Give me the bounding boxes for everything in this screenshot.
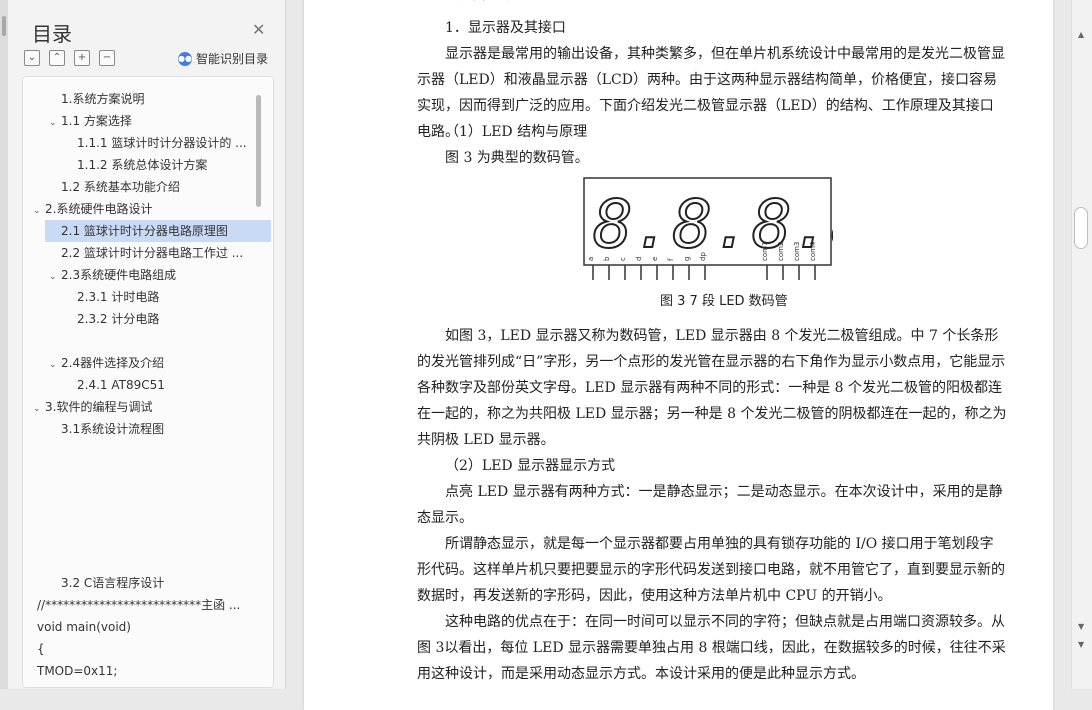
toc-item[interactable]: TMOD=0x11;	[23, 660, 269, 682]
toc-item[interactable]: {	[23, 638, 269, 660]
toc-item-label: TMOD=0x11;	[37, 664, 118, 678]
collapse-all-icon[interactable]: ⌄	[24, 50, 40, 66]
toc-item-label: 1.1.2 系统总体设计方案	[77, 158, 208, 172]
toc-item[interactable]: 1.1.2 系统总体设计方案	[23, 154, 273, 176]
toc-list: 1.系统方案说明 ⌄ 1.1 方案选择 1.1.1 篮球计时计分器设计的 ... 1.1…	[22, 76, 274, 688]
remove-entry-icon[interactable]: −	[99, 50, 115, 66]
toc-item-label: //**************************主函 ...	[37, 598, 241, 612]
toc-item[interactable]: //**************************主函 ...	[23, 594, 269, 616]
toc-item-label: 1.1 方案选择	[61, 114, 132, 128]
toc-item[interactable]: 3.2 C语言程序设计	[23, 572, 273, 594]
toc-title: 目录	[32, 22, 72, 46]
com-pin-label: com4	[809, 241, 817, 261]
toc-item-label: 2.系统硬件电路设计	[45, 202, 153, 216]
toc-item-label: 2.3系统硬件电路组成	[61, 268, 177, 282]
com-pin-label: com2	[777, 242, 785, 261]
paragraph-5: 所谓静态显示，就是每一个显示器都要占用单独的具有锁存功能的 I/O 接口用于笔划…	[417, 536, 1005, 604]
toc-item[interactable]: 2.2 篮球计时计分器电路工作过 ...	[23, 242, 273, 264]
toc-item-label: 2.4.1 AT89C51	[77, 378, 165, 392]
toc-item-label: 2.2 篮球计时计分器电路工作过 ...	[61, 246, 244, 260]
toc-item-label: 1.系统方案说明	[61, 92, 145, 106]
toc-item-label: void main(void)	[37, 620, 131, 634]
toc-item[interactable]: ⌄ 2.系统硬件电路设计	[23, 198, 265, 220]
toc-toolbar: ⌄ ⌃ + −	[24, 50, 115, 66]
toc-item[interactable]: 1.1.1 篮球计时计分器设计的 ...	[23, 132, 273, 154]
pin-label: b	[603, 256, 611, 261]
toc-item[interactable]: void main(void)	[23, 616, 269, 638]
scroll-thumb[interactable]	[1074, 207, 1088, 249]
page-down-icon[interactable]: ▼	[1078, 640, 1084, 649]
toc-item-label: 2.3.1 计时电路	[77, 290, 160, 304]
com-pin-label: com3	[793, 242, 801, 261]
toc-item-label: 1.2 系统基本功能介绍	[61, 180, 180, 194]
partial-heading: 2.5 显示器电路	[417, 0, 1007, 8]
smart-toc-button[interactable]: ●● 智能识别目录	[178, 50, 268, 67]
toc-item[interactable]: ⌄ 2.4器件选择及介绍	[23, 352, 273, 374]
toc-item[interactable]: 2.3.1 计时电路	[23, 286, 273, 308]
toc-item[interactable]: 1.系统方案说明	[23, 88, 273, 110]
document-scrollbar[interactable]: ▲ ▼ ▼	[1071, 0, 1092, 689]
toc-item[interactable]: 2.1 篮球计时计分器电路原理图	[45, 220, 271, 242]
paragraph-2: 图 3 为典型的数码管。	[445, 150, 589, 166]
toc-item[interactable]: ⌄ 3.软件的编程与调试	[23, 396, 265, 418]
com-pin-label: com1	[761, 242, 769, 261]
chevron-down-icon[interactable]: ⌄	[49, 112, 61, 132]
smart-toc-label: 智能识别目录	[196, 52, 269, 66]
toc-item-label: 3.软件的编程与调试	[45, 400, 153, 414]
document-area: 2.5 显示器电路 1．显示器及其接口 显示器是最常用的输出设备，其种类繁多，但…	[286, 0, 1071, 710]
pin-label: e	[651, 257, 659, 261]
toc-item[interactable]: 1.2 系统基本功能介绍	[23, 176, 273, 198]
pin-label: d	[635, 257, 643, 261]
paragraph-4: 点亮 LED 显示器有两种方式：一是静态显示；二是动态显示。在本次设计中，采用的…	[417, 484, 1003, 526]
seven-segment-figure: 8.8.8.8. abcdefgdpcom1com2com3com4	[583, 177, 833, 280]
toc-item-label: 2.1 篮球计时计分器电路原理图	[61, 224, 228, 238]
pin-label: g	[683, 257, 691, 261]
left-strip-thumb[interactable]	[2, 16, 6, 36]
toc-item-label: 3.2 C语言程序设计	[61, 576, 165, 590]
scroll-down-icon[interactable]: ▼	[1078, 622, 1084, 631]
chevron-down-icon[interactable]: ⌄	[33, 200, 45, 220]
toc-item-label: 2.3.2 计分电路	[77, 312, 160, 326]
pin-label: c	[619, 257, 627, 261]
toc-scrollbar[interactable]	[256, 95, 261, 207]
toc-item[interactable]: 2.3.2 计分电路	[23, 308, 273, 330]
expand-up-icon[interactable]: ⌃	[49, 50, 65, 66]
pin-label: a	[587, 257, 595, 261]
figure-caption: 图 3 7 段 LED 数码管	[660, 294, 788, 309]
chevron-down-icon[interactable]: ⌄	[49, 266, 61, 286]
smart-toc-icon: ●●	[178, 51, 192, 66]
toc-item-label: TH0=0xb1;	[37, 686, 105, 687]
chevron-down-icon[interactable]: ⌄	[33, 398, 45, 418]
paragraph-3: 如图 3，LED 显示器又称为数码管，LED 显示器由 8 个发光二极管组成。中…	[417, 328, 1007, 448]
toc-item-label: 3.1系统设计流程图	[61, 422, 165, 436]
toc-panel: 目录 ✕ ⌄ ⌃ + − ●● 智能识别目录 1.系统方案说明 ⌄ 1.1 方案选择…	[8, 0, 286, 689]
close-icon[interactable]: ✕	[252, 20, 265, 39]
toc-item[interactable]: ⌄ 2.3系统硬件电路组成	[23, 264, 273, 286]
paragraph-6: 这种电路的优点在于：在同一时间可以显示不同的字符；但缺点就是占用端口资源较多。从…	[417, 614, 1006, 682]
scroll-up-icon[interactable]: ▲	[1078, 30, 1084, 39]
toc-item[interactable]: TH0=0xb1;	[23, 682, 269, 687]
pin-label: dp	[699, 252, 707, 261]
subheading-1: （1）LED 结构与原理	[445, 124, 588, 140]
left-edge-strip	[0, 0, 8, 689]
toc-item-label: 2.4器件选择及介绍	[61, 356, 165, 370]
toc-item-label: {	[37, 642, 45, 656]
subheading-2: （2）LED 显示器显示方式	[445, 458, 616, 474]
toc-item[interactable]: 2.4.1 AT89C51	[23, 374, 273, 396]
toc-item[interactable]: 3.1系统设计流程图	[23, 418, 273, 440]
section-title: 1．显示器及其接口	[445, 20, 566, 36]
document-page: 2.5 显示器电路 1．显示器及其接口 显示器是最常用的输出设备，其种类繁多，但…	[304, 0, 1053, 710]
toc-item[interactable]: ⌄ 1.1 方案选择	[23, 110, 273, 132]
chevron-down-icon[interactable]: ⌄	[49, 354, 61, 374]
add-entry-icon[interactable]: +	[74, 50, 90, 66]
toc-item-label: 1.1.1 篮球计时计分器设计的 ...	[77, 136, 247, 150]
